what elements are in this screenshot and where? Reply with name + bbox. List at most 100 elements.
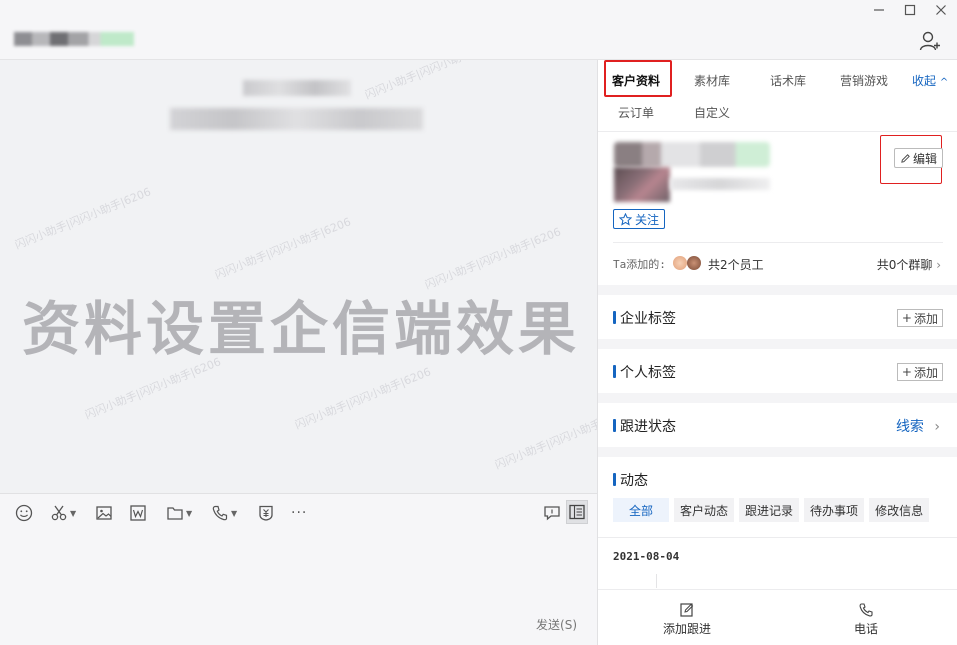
sidebar-panel-icon — [569, 504, 585, 520]
document-button[interactable] — [129, 503, 147, 523]
activity-date-row: 2021-08-04 — [598, 537, 957, 588]
section-divider — [598, 339, 957, 349]
contact-name-blurred — [14, 32, 134, 46]
filter-modifications[interactable]: 修改信息 — [869, 498, 930, 522]
watermark: 闪闪小助手|闪闪小助手|6206 — [13, 185, 153, 252]
title-bar — [0, 0, 957, 60]
customer-id-blurred — [670, 178, 770, 190]
screenshot-button[interactable]: ▼ — [50, 503, 76, 523]
plus-icon: + — [901, 311, 912, 325]
follow-status-title: 跟进状态 — [620, 419, 676, 435]
activity-section: 动态 全部 客户动态 跟进记录 待办事项 修改信息 — [598, 457, 957, 537]
scissors-icon — [51, 505, 67, 521]
close-button[interactable] — [925, 0, 957, 20]
section-marker — [613, 365, 616, 378]
panel-sections: 企业标签 + 添加 个人标签 + 添加 跟进状态 线索 › 动态 全部 客户动态… — [598, 285, 957, 537]
pencil-icon — [901, 153, 910, 163]
more-icon: ··· — [291, 505, 308, 521]
chat-blurred-message — [170, 108, 423, 130]
follow-button[interactable]: 关注 — [613, 209, 666, 229]
chevron-right-icon: › — [936, 258, 941, 272]
added-by-row[interactable]: Ta添加的: 共2个员工 共0个群聊 › — [613, 242, 943, 284]
avatar — [614, 167, 670, 202]
emoji-icon — [15, 504, 33, 522]
staff-avatar — [687, 256, 701, 270]
chat-message-area: 闪闪小助手|闪闪小助手|6206 闪闪小助手|闪闪小助手|6206 闪闪小助手|… — [0, 60, 597, 493]
plus-icon: + — [901, 365, 912, 379]
add-company-tag-button[interactable]: + 添加 — [896, 309, 943, 327]
group-chat-count[interactable]: 共0个群聊 › — [877, 256, 941, 273]
watermark: 闪闪小助手|闪闪小助手|6206 — [493, 405, 597, 472]
customer-info-panel: 客户资料 素材库 话术库 营销游戏 收起 ^ 云订单 自定义 关注 编辑 Ta添… — [597, 60, 957, 645]
minimize-button[interactable] — [863, 0, 895, 20]
chevron-down-icon: ▼ — [231, 508, 238, 518]
star-icon — [619, 212, 632, 226]
word-icon — [130, 505, 146, 521]
more-button[interactable]: ··· — [291, 503, 307, 523]
send-button[interactable]: 发送(S) — [536, 616, 577, 633]
added-by-label: Ta添加的: — [613, 258, 666, 271]
folder-icon — [167, 507, 183, 520]
message-input-area[interactable]: 发送(S) — [0, 531, 597, 645]
staff-count: 共2个员工 — [708, 258, 764, 272]
edit-note-icon — [680, 603, 694, 617]
phone-call-button[interactable]: 电话 — [854, 602, 878, 637]
personal-tags-title: 个人标签 — [620, 365, 676, 381]
maximize-button[interactable] — [894, 0, 926, 20]
phone-icon — [212, 505, 228, 521]
filter-customer-activity[interactable]: 客户动态 — [674, 498, 735, 522]
customer-profile-card: 关注 编辑 Ta添加的: 共2个员工 共0个群聊 › — [598, 60, 957, 272]
activity-title: 动态 — [620, 473, 648, 489]
input-toolbar: ▼ ▼ ▼ ··· — [0, 493, 597, 531]
overlay-title: 资料设置企信端效果 — [22, 295, 581, 363]
personal-tags-section: 个人标签 + 添加 — [598, 349, 957, 393]
add-follow-up-button[interactable]: 添加跟进 — [663, 602, 711, 637]
section-divider — [598, 447, 957, 457]
folder-button[interactable]: ▼ — [166, 503, 192, 523]
bottom-action-bar: 添加跟进 电话 — [598, 589, 957, 645]
section-marker — [613, 473, 616, 486]
timeline-line — [656, 574, 657, 588]
image-button[interactable] — [95, 503, 113, 523]
filter-follow-records[interactable]: 跟进记录 — [739, 498, 800, 522]
chevron-right-icon: › — [934, 419, 940, 435]
chevron-down-icon: ▼ — [186, 508, 193, 518]
follow-status-section[interactable]: 跟进状态 线索 › — [598, 403, 957, 447]
chevron-down-icon: ▼ — [70, 508, 77, 518]
activity-filters: 全部 客户动态 跟进记录 待办事项 修改信息 — [613, 498, 930, 522]
message-history-button[interactable] — [543, 503, 561, 523]
avatar-name-blurred — [614, 142, 770, 167]
red-packet-button[interactable] — [257, 503, 275, 523]
company-tags-section: 企业标签 + 添加 — [598, 295, 957, 339]
section-marker — [613, 419, 616, 432]
filter-all[interactable]: 全部 — [613, 498, 670, 522]
edit-button[interactable]: 编辑 — [893, 148, 943, 168]
follow-label: 关注 — [635, 212, 660, 227]
minimize-icon — [874, 9, 884, 11]
section-marker — [613, 311, 616, 324]
watermark: 闪闪小助手|闪闪小助手|6206 — [363, 60, 503, 102]
edit-label: 编辑 — [912, 151, 937, 166]
call-button[interactable]: ▼ — [211, 503, 237, 523]
company-tags-title: 企业标签 — [620, 311, 676, 327]
chat-history-icon — [544, 506, 560, 521]
activity-date: 2021-08-04 — [613, 550, 680, 563]
watermark: 闪闪小助手|闪闪小助手|6206 — [293, 365, 433, 432]
watermark: 闪闪小助手|闪闪小助手|6206 — [213, 215, 353, 282]
add-personal-tag-button[interactable]: + 添加 — [896, 363, 943, 381]
section-divider — [598, 393, 957, 403]
emoji-button[interactable] — [15, 503, 33, 523]
maximize-icon — [904, 4, 916, 16]
phone-icon — [859, 603, 873, 617]
chat-blurred-header — [243, 80, 351, 96]
sidebar-toggle-button[interactable] — [566, 500, 588, 524]
close-icon — [936, 5, 946, 15]
filter-todo[interactable]: 待办事项 — [804, 498, 865, 522]
section-divider — [598, 285, 957, 295]
add-contact-icon[interactable] — [919, 30, 941, 52]
image-icon — [96, 506, 112, 520]
follow-status-value[interactable]: 线索 › — [896, 416, 940, 436]
staff-avatar — [673, 256, 687, 270]
app-window: 闪闪小助手|闪闪小助手|6206 闪闪小助手|闪闪小助手|6206 闪闪小助手|… — [0, 0, 957, 645]
red-packet-icon — [259, 505, 273, 521]
